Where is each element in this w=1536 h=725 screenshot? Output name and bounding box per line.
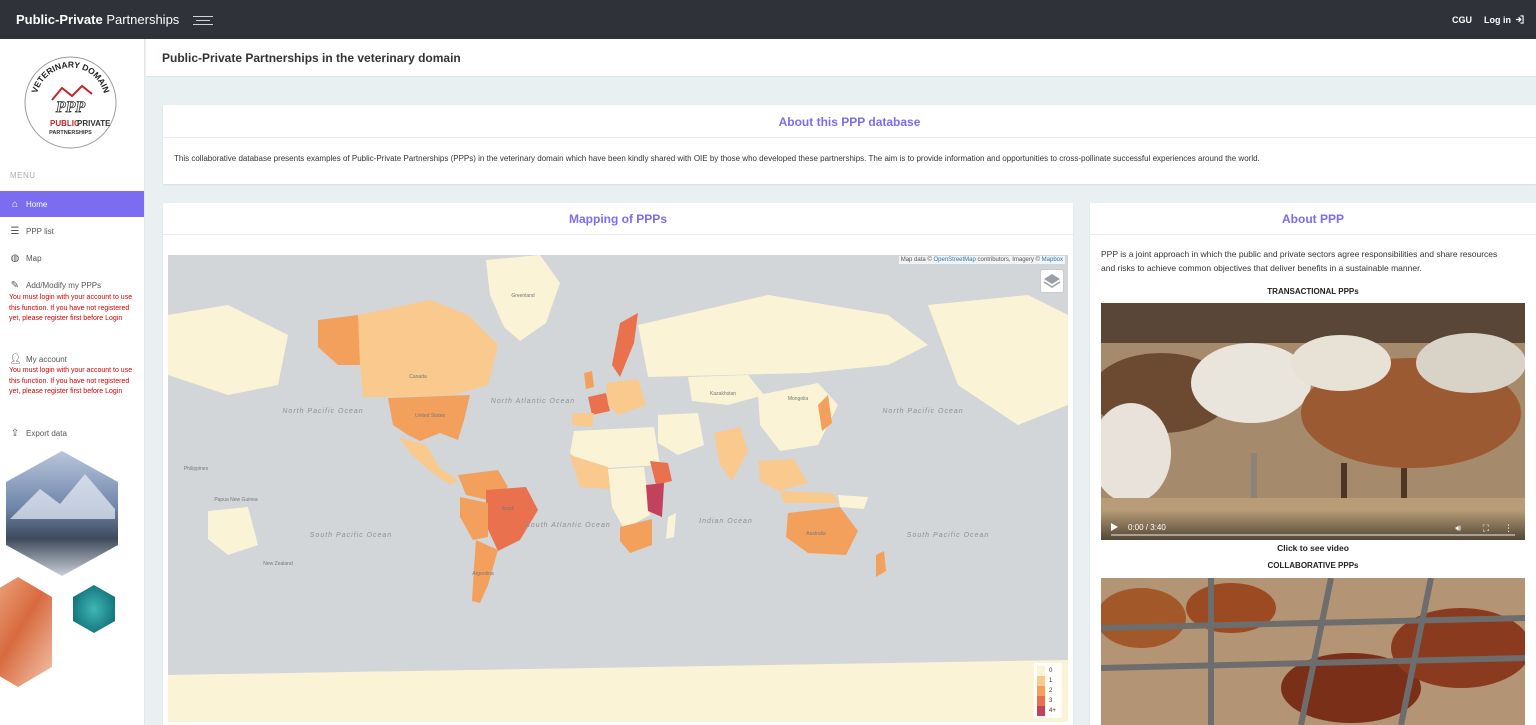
brand-bold: Public-Private [16,12,103,27]
collaborative-label: COLLABORATIVE PPPs [1267,561,1359,570]
mapping-card: Mapping of PPPs North Pacific Ocean Nort… [163,203,1073,725]
svg-text:PARTNERSHIPS: PARTNERSHIPS [49,130,92,136]
cattle-pen-image [1101,578,1525,725]
sidebar-item-export[interactable]: ⇪ Export data [0,420,144,446]
top-navbar: Public-Private Partnerships CGU Log in [0,0,1536,39]
svg-text:PPP: PPP [55,99,86,116]
ocean-label: South Atlantic Ocean [525,522,611,529]
map-region-france [588,393,610,415]
play-icon[interactable] [1111,523,1118,531]
legend-row-0: 0 [1037,666,1059,676]
page-header: Public-Private Partnerships in the veter… [146,39,1536,77]
place-label: Canada [409,374,427,380]
cattle-video-frame [1101,303,1525,540]
sidebar-item-label: My account [26,354,67,364]
about-database-text: This collaborative database presents exa… [174,154,1260,163]
pencil-icon: ✎ [10,279,20,291]
place-label: Philippines [184,466,209,472]
brand-rest: Partnerships [102,12,180,27]
more-options-icon[interactable]: ⋮ [1504,523,1513,534]
legend-row-2: 2 [1037,686,1059,696]
water-hexagon [73,585,115,633]
about-ppp-text: PPP is a joint approach in which the pub… [1101,249,1498,273]
decorative-hexagons [0,451,118,687]
video-progress[interactable] [1111,534,1515,536]
page-title: Public-Private Partnerships in the veter… [162,51,461,65]
place-label: Brazil [502,506,515,512]
login-warning: You must login with your account to use … [9,294,133,322]
choropleth-map[interactable]: North Pacific Ocean North Atlantic Ocean… [168,255,1068,722]
globe-icon: ◍ [10,252,20,264]
ocean-label: North Pacific Ocean [882,408,963,415]
svg-text:PUBLIC: PUBLIC [50,119,80,128]
ocean-label: North Pacific Ocean [282,408,363,415]
map-region-spain [572,413,594,427]
upload-icon: ⇪ [10,427,20,439]
sidebar-toggle-icon[interactable] [193,15,214,25]
video-time: 0:00 / 3:40 [1128,523,1166,532]
place-label: Papua New Guinea [214,497,258,503]
ocean-label: South Pacific Ocean [907,532,989,539]
sidebar-item-ppp-list[interactable]: ☰ PPP list [0,218,144,244]
sidebar-item-map[interactable]: ◍ Map [0,245,144,271]
about-database-title: About this PPP database [778,115,921,129]
video-caption[interactable]: Click to see video [1090,543,1536,553]
about-database-card: About this PPP database This collaborati… [163,105,1536,184]
user-label[interactable]: CGU [1452,15,1472,25]
legend-row-1: 1 [1037,676,1059,686]
about-ppp-title: About PPP [1282,212,1344,226]
place-label: Argentina [472,571,494,577]
map-attribution: Map data © OpenStreetMap contributors, I… [898,256,1065,264]
transactional-video[interactable]: 0:00 / 3:40 🔊︎ ⛶ ⋮ [1101,303,1525,540]
sign-in-icon [1515,15,1524,24]
place-label: Kazakhstan [710,391,736,397]
map-legend: 0 1 2 3 4+ [1034,663,1062,718]
place-label: United States [415,413,446,419]
legend-row-4: 4+ [1037,706,1059,716]
sidebar-item-label: Map [26,253,42,263]
mapping-title: Mapping of PPPs [568,212,667,226]
sidebar-item-home[interactable]: ⌂ Home [0,191,144,217]
sidebar: VETERINARY DOMAIN PPP PUBLIC PRIVATE PAR… [0,39,145,725]
login-warning: You must login with your account to use … [9,367,133,395]
mapbox-link[interactable]: Mapbox [1042,257,1063,263]
sidebar-item-label: PPP list [26,226,54,236]
user-icon: 👤︎ [9,353,22,365]
svg-text:PRIVATE: PRIVATE [77,119,111,128]
collaborative-image[interactable] [1101,578,1525,725]
place-label: Australia [806,531,826,537]
ocean-label: Indian Ocean [699,518,753,525]
legend-row-3: 3 [1037,696,1059,706]
volume-icon[interactable]: 🔊︎ [1455,523,1461,534]
ocean-label: North Atlantic Ocean [491,398,575,405]
about-ppp-card: About PPP PPP is a joint approach in whi… [1090,203,1536,725]
transactional-label: TRANSACTIONAL PPPs [1267,287,1359,296]
login-link[interactable]: Log in [1484,15,1524,25]
list-icon: ☰ [10,225,20,237]
sidebar-item-label: Home [26,199,48,209]
menu-heading: MENU [10,171,36,180]
fullscreen-icon[interactable]: ⛶ [1483,523,1489,534]
ocean-label: South Pacific Ocean [310,532,392,539]
osm-link[interactable]: OpenStreetMap [934,257,976,263]
sidebar-item-label: Add/Modify my PPPs [26,280,102,290]
place-label: Greenland [511,293,535,299]
place-label: New Zealand [263,561,293,567]
layers-icon [1043,274,1061,288]
world-map[interactable]: North Pacific Ocean North Atlantic Ocean… [168,255,1068,722]
ppp-logo: VETERINARY DOMAIN PPP PUBLIC PRIVATE PAR… [24,56,117,149]
map-region-png [838,495,868,509]
login-label: Log in [1484,14,1511,25]
layers-control[interactable] [1040,269,1064,293]
canyon-hexagon [0,577,52,687]
brand-title[interactable]: Public-Private Partnerships [16,12,179,27]
sidebar-item-label: Export data [26,428,67,438]
place-label: Mongolia [788,396,809,402]
video-controls: 0:00 / 3:40 🔊︎ ⛶ ⋮ [1101,510,1525,540]
home-icon: ⌂ [11,198,19,210]
